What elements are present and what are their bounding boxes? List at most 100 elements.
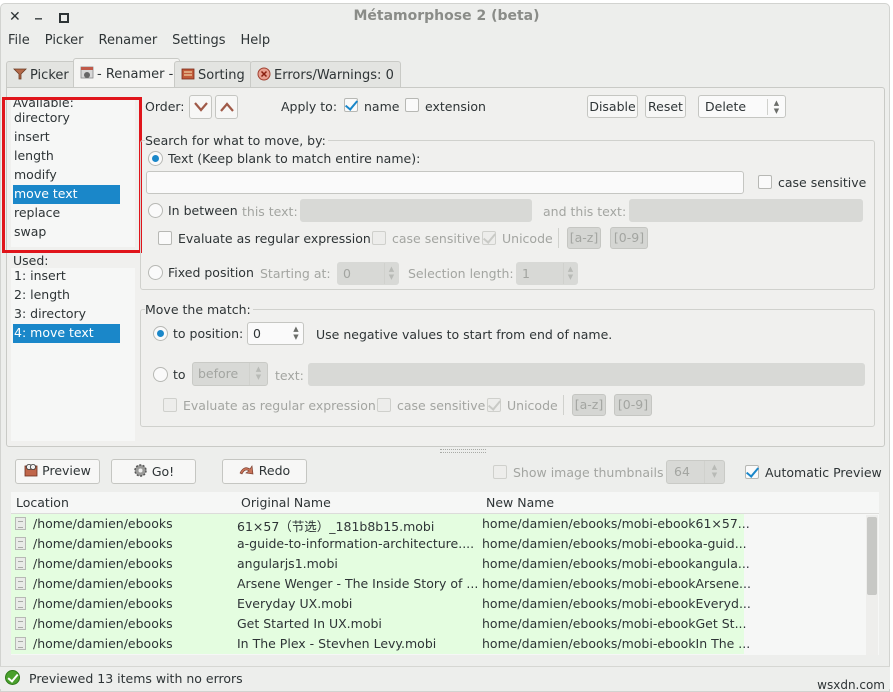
move-unicode-checkbox[interactable] [487,398,501,412]
text-option-label: Text (Keep blank to match entire name): [168,151,421,166]
regex-checkbox[interactable] [158,231,172,245]
apply-extension-checkbox[interactable] [405,98,419,112]
go-button[interactable]: Go! [111,459,196,484]
this-text-input[interactable] [300,199,532,222]
used-item[interactable]: 3: directory [13,305,120,324]
az-button[interactable]: [a-z] [567,227,601,249]
cell-original-name: a-guide-to-information-architecture.... [237,536,475,551]
used-item-selected[interactable]: 4: move text [13,324,120,343]
automatic-preview-label: Automatic Preview [765,465,882,480]
chevron-up-icon [219,102,234,112]
redo-button[interactable]: Redo [222,459,307,484]
splitter-handle[interactable] [440,449,486,453]
watermark: wsxdn.com [817,678,885,692]
fixed-position-radio[interactable] [148,265,163,280]
cell-original-name: Everyday UX.mobi [237,596,353,611]
column-header-original-name[interactable]: Original Name [241,495,331,510]
move-az-button[interactable]: [a-z] [572,394,606,416]
menu-settings[interactable]: Settings [172,33,232,48]
text-label: text: [275,368,304,383]
and-this-text-label: and this text: [543,204,627,219]
chevron-down-icon [193,102,208,112]
select-arrows-icon: ▲ ▼ [767,99,785,115]
status-bar: Previewed 13 items with no errors [0,666,890,689]
menu-renamer[interactable]: Renamer [99,33,165,48]
used-item[interactable]: 2: length [13,286,120,305]
to-position-radio[interactable] [153,326,168,341]
before-after-select[interactable]: before ▲ ▼ [192,362,268,386]
move-regex-checkbox[interactable] [163,398,177,412]
show-thumbnails-checkbox[interactable] [493,465,507,479]
spinner-arrows-icon: ▲ ▼ [293,325,299,341]
status-message: Previewed 13 items with no errors [29,671,243,686]
case-sensitive-2-checkbox[interactable] [372,231,386,245]
cell-new-name: home/damien/ebooks/mobi-ebooka-guid... [482,536,747,551]
case-sensitive-checkbox[interactable] [758,175,772,189]
case-sensitive-2-label: case sensitive [392,231,481,246]
apply-name-label: name [364,99,400,114]
cell-location: /home/damien/ebooks [33,556,173,571]
fixed-position-label: Fixed position [168,265,254,280]
success-icon [5,670,20,685]
cell-location: /home/damien/ebooks [33,596,173,611]
table-header [11,492,879,514]
table-row[interactable]: /home/damien/ebooks Everyday UX.mobi hom… [11,594,751,614]
move-up-button[interactable] [215,95,238,119]
cell-original-name: Get Started In UX.mobi [237,616,382,631]
apply-name-checkbox[interactable] [344,98,358,112]
separator [563,395,564,415]
menu-help[interactable]: Help [241,33,278,48]
to-text-input[interactable] [308,363,865,386]
table-row[interactable]: /home/damien/ebooks In The Plex - Stevhe… [11,634,750,654]
digits-button[interactable]: [0-9] [610,227,648,249]
selection-length-label: Selection length: [408,266,514,281]
text-option-radio[interactable] [148,151,163,166]
table-row[interactable]: /home/damien/ebooks Arsene Wenger - The … [11,574,751,594]
move-down-button[interactable] [189,95,212,119]
tab-sorting[interactable]: Sorting [174,61,252,88]
file-icon [15,557,26,570]
and-this-text-input[interactable] [629,199,863,222]
scrollbar-thumb[interactable] [867,517,877,595]
search-text-input[interactable] [146,171,744,194]
cell-new-name: home/damien/ebooks/mobi-ebook61×57... [482,516,750,531]
cell-new-name: home/damien/ebooks/mobi-ebookangula... [482,556,750,571]
tab-errors-warnings[interactable]: Errors/Warnings: 0 [250,61,401,88]
file-icon [15,597,26,610]
preview-button[interactable]: Preview [15,459,100,484]
thumbnail-size-spinner[interactable]: 64 ▲ ▼ [666,460,725,484]
tab-renamer[interactable]: - Renamer - [73,58,181,88]
used-item[interactable]: 1: insert [13,267,120,286]
reset-button[interactable]: Reset [645,95,686,118]
starting-at-spinner[interactable]: 0 ▲ ▼ [337,262,399,285]
table-scrollbar[interactable] [866,515,878,655]
cell-new-name: home/damien/ebooks/mobi-ebookArsene... [482,576,751,591]
in-between-radio[interactable] [148,203,163,218]
automatic-preview-checkbox[interactable] [745,465,759,479]
tab-picker[interactable]: Picker [6,61,76,88]
table-row[interactable]: /home/damien/ebooks Get Started In UX.mo… [11,614,747,634]
spinner-arrows-icon: ▲ ▼ [384,263,398,284]
used-label: Used: [13,253,49,268]
to-text-radio[interactable] [153,367,168,382]
table-row[interactable]: /home/damien/ebooks angularjs1.mobi home… [11,554,750,574]
move-digits-button[interactable]: [0-9] [614,394,652,416]
sorting-icon [181,68,195,80]
renamer-icon [80,66,94,79]
file-icon [15,517,26,530]
column-header-new-name[interactable]: New Name [486,495,554,510]
table-row[interactable]: /home/damien/ebooks a-guide-to-informati… [11,534,747,554]
order-label: Order: [145,99,185,114]
selection-length-spinner[interactable]: 1 ▲ ▼ [516,262,578,285]
disable-button[interactable]: Disable [587,95,638,118]
table-row[interactable]: /home/damien/ebooks 61×57（节选）_181b8b15.m… [11,514,750,534]
to-position-spinner[interactable]: 0 ▲ ▼ [247,322,304,345]
move-case-sensitive-checkbox[interactable] [377,398,391,412]
spinner-arrows-icon: ▲ ▼ [563,263,577,284]
to-position-label: to position: [173,326,244,341]
column-header-location[interactable]: Location [16,495,69,510]
unicode-checkbox[interactable] [482,231,496,245]
action-select[interactable]: Delete ▲ ▼ [698,95,786,118]
menu-file[interactable]: File [8,33,37,48]
menu-picker[interactable]: Picker [45,33,91,48]
